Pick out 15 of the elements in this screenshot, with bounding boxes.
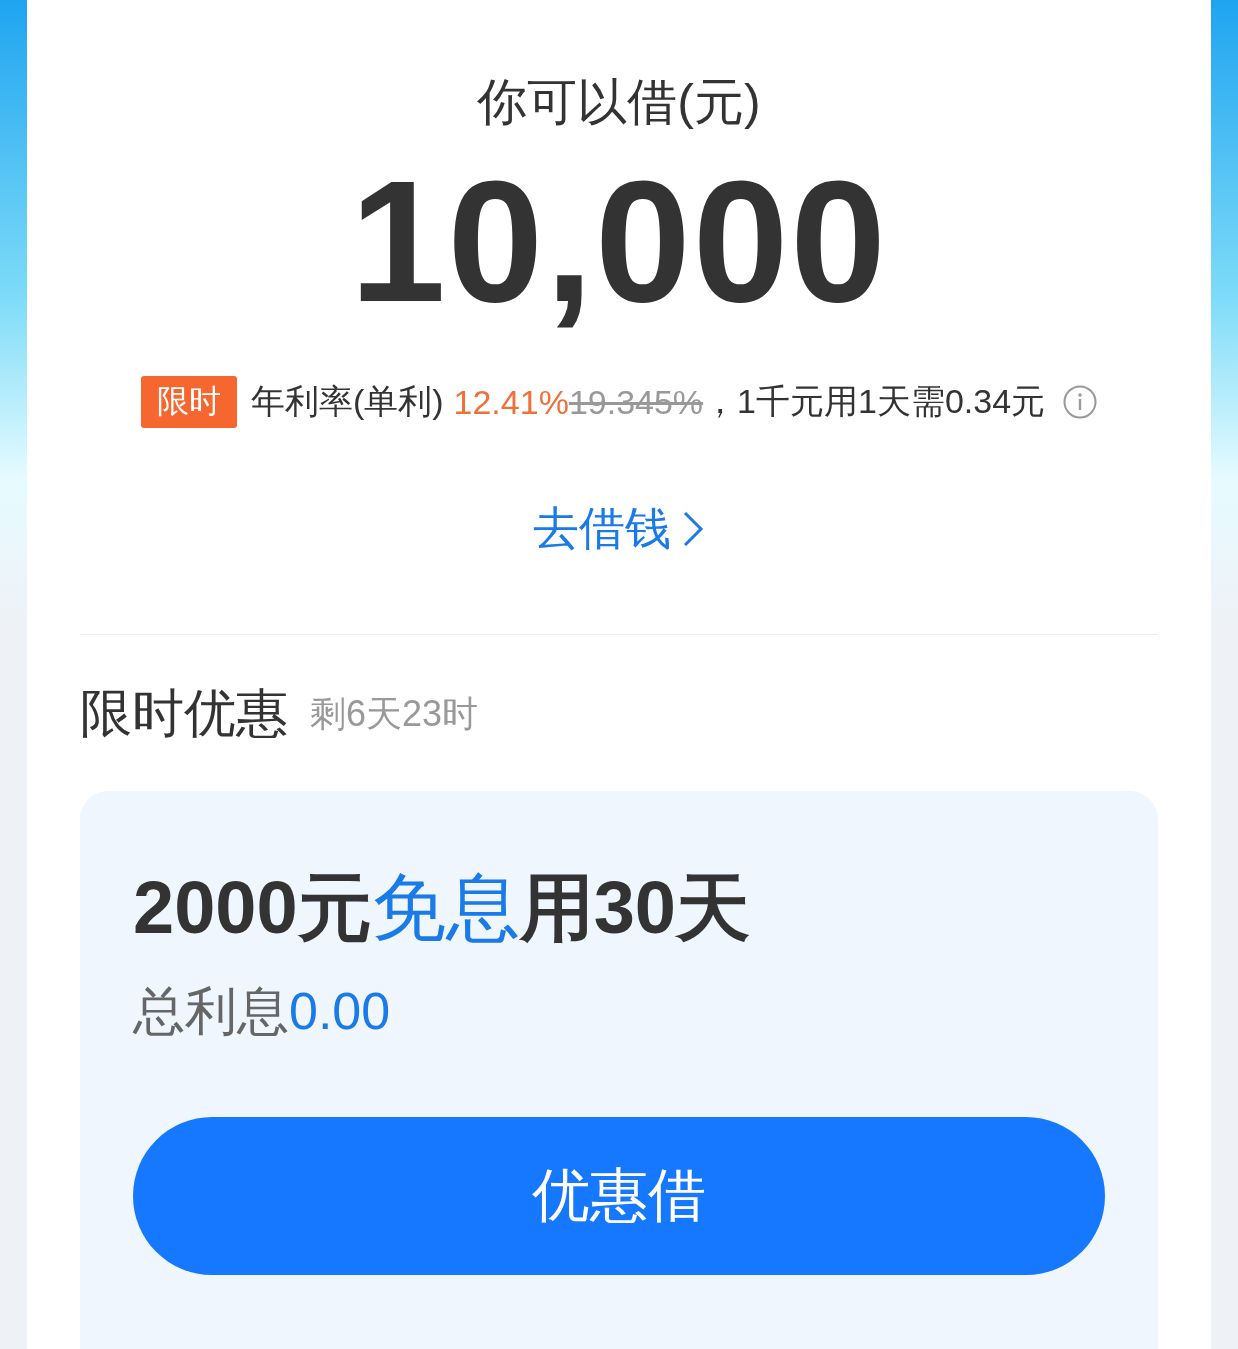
borrow-link[interactable]: 去借钱 (533, 498, 705, 560)
total-interest: 总利息0.00 (133, 981, 392, 1042)
time-remaining: 剩6天23时 (310, 691, 479, 736)
current-rate: 12.41% (453, 382, 569, 422)
original-rate: 19.345% (568, 382, 704, 422)
chevron-icon[interactable] (681, 509, 705, 549)
limited-badge: 限时 (140, 376, 237, 428)
offer-title: 2000元免息用30天 (133, 865, 751, 951)
discount-borrow-button[interactable]: 优惠借 (133, 1117, 1105, 1275)
info-icon[interactable] (1063, 385, 1098, 419)
promo-title: 限时优惠 (80, 683, 288, 744)
rate-label: 年利率(单利) (250, 381, 444, 422)
loan-label: 你可以借(元) (477, 73, 761, 132)
cost-note: ，1千元用1天需0.34元 (703, 381, 1046, 422)
loan-amount: 10,000 (349, 146, 889, 336)
